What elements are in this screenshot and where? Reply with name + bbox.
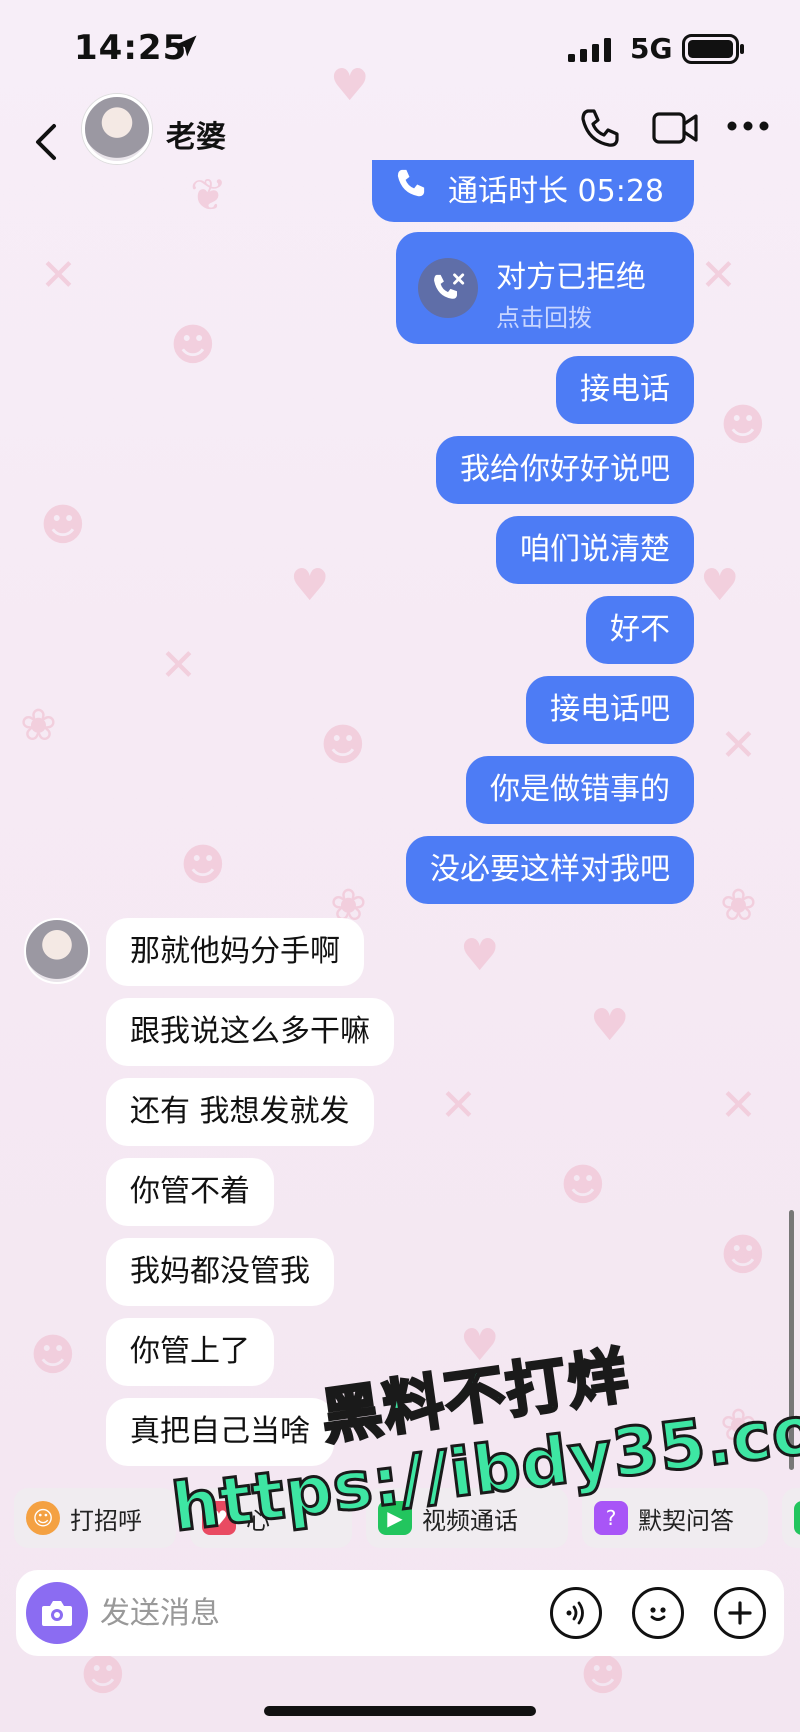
more-icon[interactable]	[726, 114, 770, 138]
plus-button[interactable]	[714, 1587, 766, 1639]
phone-icon	[397, 169, 425, 197]
outgoing-message[interactable]: 咱们说清楚	[496, 516, 694, 584]
call-duration-text: 通话时长 05:28	[448, 174, 664, 209]
quick-action-label: 心	[246, 1506, 270, 1535]
status-time: 14:25	[74, 28, 188, 68]
question-icon: ?	[594, 1501, 628, 1535]
outgoing-message[interactable]: 我给你好好说吧	[436, 436, 694, 504]
back-icon	[36, 124, 56, 160]
voice-icon	[566, 1601, 584, 1625]
quick-action-label: 默契问答	[638, 1506, 734, 1535]
call-back-link[interactable]: 点击回拨	[496, 298, 592, 333]
incoming-message[interactable]: 你管不着	[106, 1158, 274, 1226]
incoming-message[interactable]: 你管上了	[106, 1318, 274, 1386]
outgoing-message[interactable]: 接电话吧	[526, 676, 694, 744]
emoji-button[interactable]	[632, 1587, 684, 1639]
emoji-icon	[650, 1607, 666, 1621]
battery-icon	[682, 34, 744, 64]
quick-action-greet[interactable]: ☺ 打招呼	[14, 1488, 176, 1548]
contact-name[interactable]: 老婆	[166, 112, 226, 156]
incoming-message[interactable]: 那就他妈分手啊	[106, 918, 364, 986]
incoming-message[interactable]: 跟我说这么多干嘛	[106, 998, 394, 1066]
message-input-bar	[16, 1570, 784, 1656]
contact-avatar-small[interactable]	[24, 918, 90, 984]
wave-emoji-icon: ☺	[26, 1501, 60, 1535]
quick-action-qa[interactable]: ? 默契问答	[582, 1488, 768, 1548]
message-list[interactable]: 通话时长 05:28 对方已拒绝 点击回拨 接电话 我给你好好说吧 咱们说清楚 …	[0, 160, 800, 1480]
call-duration-card[interactable]: 通话时长 05:28	[372, 160, 694, 222]
call-rejected-title: 对方已拒绝	[496, 260, 646, 295]
quick-action-heart[interactable]: ♥ 心	[190, 1488, 352, 1548]
status-bar: 14:25 5G	[0, 0, 800, 96]
incoming-message[interactable]: 真把自己当啥	[106, 1398, 334, 1466]
scrollbar[interactable]	[789, 1210, 794, 1470]
video-call-icon: ▶	[378, 1501, 412, 1535]
video-icon[interactable]	[652, 108, 698, 148]
quick-action-video-call[interactable]: ▶ 视频通话	[366, 1488, 568, 1548]
signal-icon	[568, 38, 611, 62]
missed-call-icon	[418, 258, 478, 318]
more-action-icon	[794, 1501, 800, 1535]
location-icon	[175, 35, 197, 57]
call-rejected-card[interactable]: 对方已拒绝 点击回拨	[396, 232, 694, 344]
voice-button[interactable]	[550, 1587, 602, 1639]
heart-icon: ♥	[202, 1501, 236, 1535]
outgoing-message[interactable]: 你是做错事的	[466, 756, 694, 824]
contact-avatar[interactable]	[82, 94, 152, 164]
phone-icon[interactable]	[578, 106, 622, 150]
incoming-message[interactable]: 我妈都没管我	[106, 1238, 334, 1306]
quick-action-label: 打招呼	[70, 1506, 142, 1535]
outgoing-message[interactable]: 接电话	[556, 356, 694, 424]
quick-action-more[interactable]	[782, 1488, 800, 1548]
home-indicator[interactable]	[264, 1706, 536, 1716]
quick-actions-bar: ☺ 打招呼 ♥ 心 ▶ 视频通话 ? 默契问答	[14, 1488, 800, 1550]
quick-action-label: 视频通话	[422, 1506, 518, 1535]
plus-icon	[728, 1601, 752, 1625]
camera-icon	[42, 1601, 72, 1626]
camera-button[interactable]	[26, 1582, 88, 1644]
outgoing-message[interactable]: 没必要这样对我吧	[406, 836, 694, 904]
network-type: 5G	[630, 32, 673, 65]
message-input[interactable]	[100, 1590, 400, 1636]
incoming-message[interactable]: 还有 我想发就发	[106, 1078, 374, 1146]
outgoing-message[interactable]: 好不	[586, 596, 694, 664]
